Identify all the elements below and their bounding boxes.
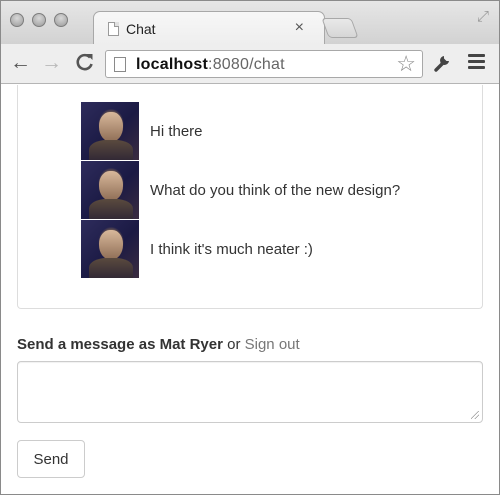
sign-out-link[interactable]: Sign out — [245, 336, 300, 353]
window-zoom-button[interactable] — [54, 13, 68, 27]
url-text: localhost:8080/chat — [136, 56, 285, 74]
window-close-button[interactable] — [10, 13, 24, 27]
avatar — [81, 220, 139, 278]
message-text: What do you think of the new design? — [150, 181, 401, 199]
reload-icon-graphic — [76, 53, 93, 71]
bookmark-star-icon[interactable]: ☆ — [396, 52, 416, 76]
send-button[interactable]: Send — [17, 440, 85, 478]
avatar — [81, 161, 139, 219]
reload-icon[interactable] — [75, 52, 95, 78]
browser-toolbar: ← → localhost:8080/chat ☆ — [1, 44, 499, 84]
page-content: Hi there What do you think of the new de… — [1, 85, 499, 494]
url-path: :8080/chat — [208, 56, 285, 73]
window-minimize-button[interactable] — [32, 13, 46, 27]
forward-arrow-icon[interactable]: → — [41, 52, 62, 74]
new-tab-button[interactable] — [321, 18, 359, 38]
page-icon — [114, 57, 126, 72]
fullscreen-icon[interactable]: ⤢ — [477, 9, 489, 25]
url-host: localhost — [136, 56, 209, 73]
page-icon — [108, 22, 119, 36]
message-text: Hi there — [150, 122, 203, 140]
chat-message: I think it's much neater :) — [81, 220, 313, 278]
avatar — [81, 102, 139, 160]
tab-chat[interactable]: Chat × — [93, 11, 325, 45]
compose-label: Send a message as Mat Ryer or Sign out — [17, 336, 300, 353]
chat-message: Hi there — [81, 102, 203, 160]
compose-prefix: Send a message as Mat Ryer — [17, 336, 223, 353]
menu-icon[interactable] — [468, 54, 485, 72]
compose-connector: or — [222, 336, 245, 353]
address-bar[interactable]: localhost:8080/chat ☆ — [105, 50, 423, 78]
resize-handle-icon[interactable] — [471, 411, 479, 419]
tab-close-icon[interactable]: × — [295, 20, 304, 36]
back-arrow-icon[interactable]: ← — [10, 52, 31, 74]
message-text: I think it's much neater :) — [150, 240, 313, 258]
tab-title: Chat — [126, 21, 156, 37]
wrench-icon-graphic — [434, 56, 449, 72]
wrench-icon[interactable] — [433, 52, 453, 78]
messages-panel: Hi there What do you think of the new de… — [17, 85, 483, 309]
browser-window: Chat × ⤢ ← → localhost:8080/chat ☆ Hi th… — [0, 0, 500, 495]
chat-message: What do you think of the new design? — [81, 161, 400, 219]
tab-strip: Chat × ⤢ — [1, 1, 499, 45]
message-input[interactable] — [17, 361, 483, 423]
